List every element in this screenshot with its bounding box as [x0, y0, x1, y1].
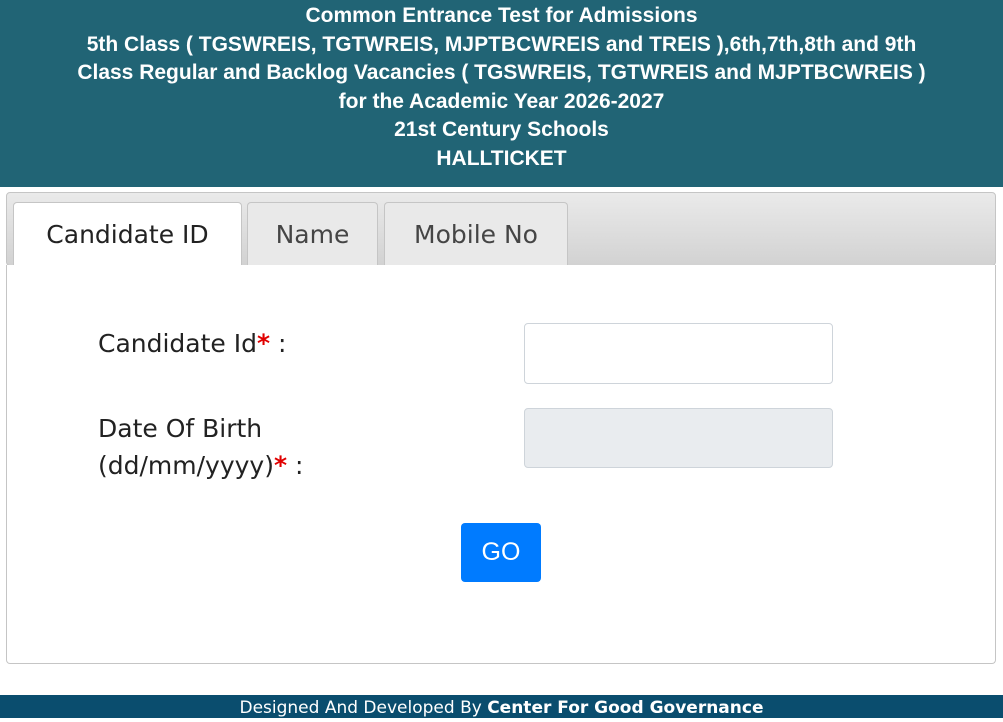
header-line-academic-year: for the Academic Year 2026-2027	[338, 89, 665, 113]
footer-org-name: Center For Good Governance	[487, 698, 764, 718]
dob-label-text: Date Of Birth	[98, 414, 263, 443]
candidate-id-label-text: Candidate Id	[98, 329, 257, 358]
label-colon: :	[278, 329, 287, 358]
header-line-vacancies: Class Regular and Backlog Vacancies ( TG…	[77, 61, 926, 85]
tab-mobile-no[interactable]: Mobile No	[384, 202, 568, 265]
dob-input[interactable]	[524, 408, 833, 468]
label-colon: :	[295, 451, 304, 480]
dob-label: Date Of Birth (dd/mm/yyyy)* :	[98, 410, 358, 484]
header-line-hallticket: HALLTICKET	[436, 146, 567, 170]
dob-format-text: (dd/mm/yyyy)	[98, 451, 274, 480]
tab-name[interactable]: Name	[247, 202, 378, 265]
header-line-schools: 21st Century Schools	[394, 118, 609, 142]
required-marker: *	[257, 329, 271, 358]
footer-credit-text: Designed And Developed By	[239, 698, 482, 718]
header-title: Common Entrance Test for Admissions	[305, 4, 698, 27]
candidate-id-input[interactable]	[524, 323, 833, 384]
go-button[interactable]: GO	[461, 523, 541, 582]
tab-candidate-id[interactable]: Candidate ID	[13, 202, 242, 266]
page-header: Common Entrance Test for Admissions 5th …	[0, 0, 1003, 187]
tab-bar: Candidate ID Name Mobile No	[6, 192, 996, 266]
candidate-id-label: Candidate Id* :	[98, 325, 286, 362]
candidate-id-form: Candidate Id* : Date Of Birth (dd/mm/yyy…	[6, 265, 996, 664]
required-marker: *	[273, 451, 288, 480]
header-line-classes: 5th Class ( TGSWREIS, TGTWREIS, MJPTBCWR…	[86, 32, 917, 56]
page-footer: Designed And Developed By Center For Goo…	[0, 695, 1003, 718]
